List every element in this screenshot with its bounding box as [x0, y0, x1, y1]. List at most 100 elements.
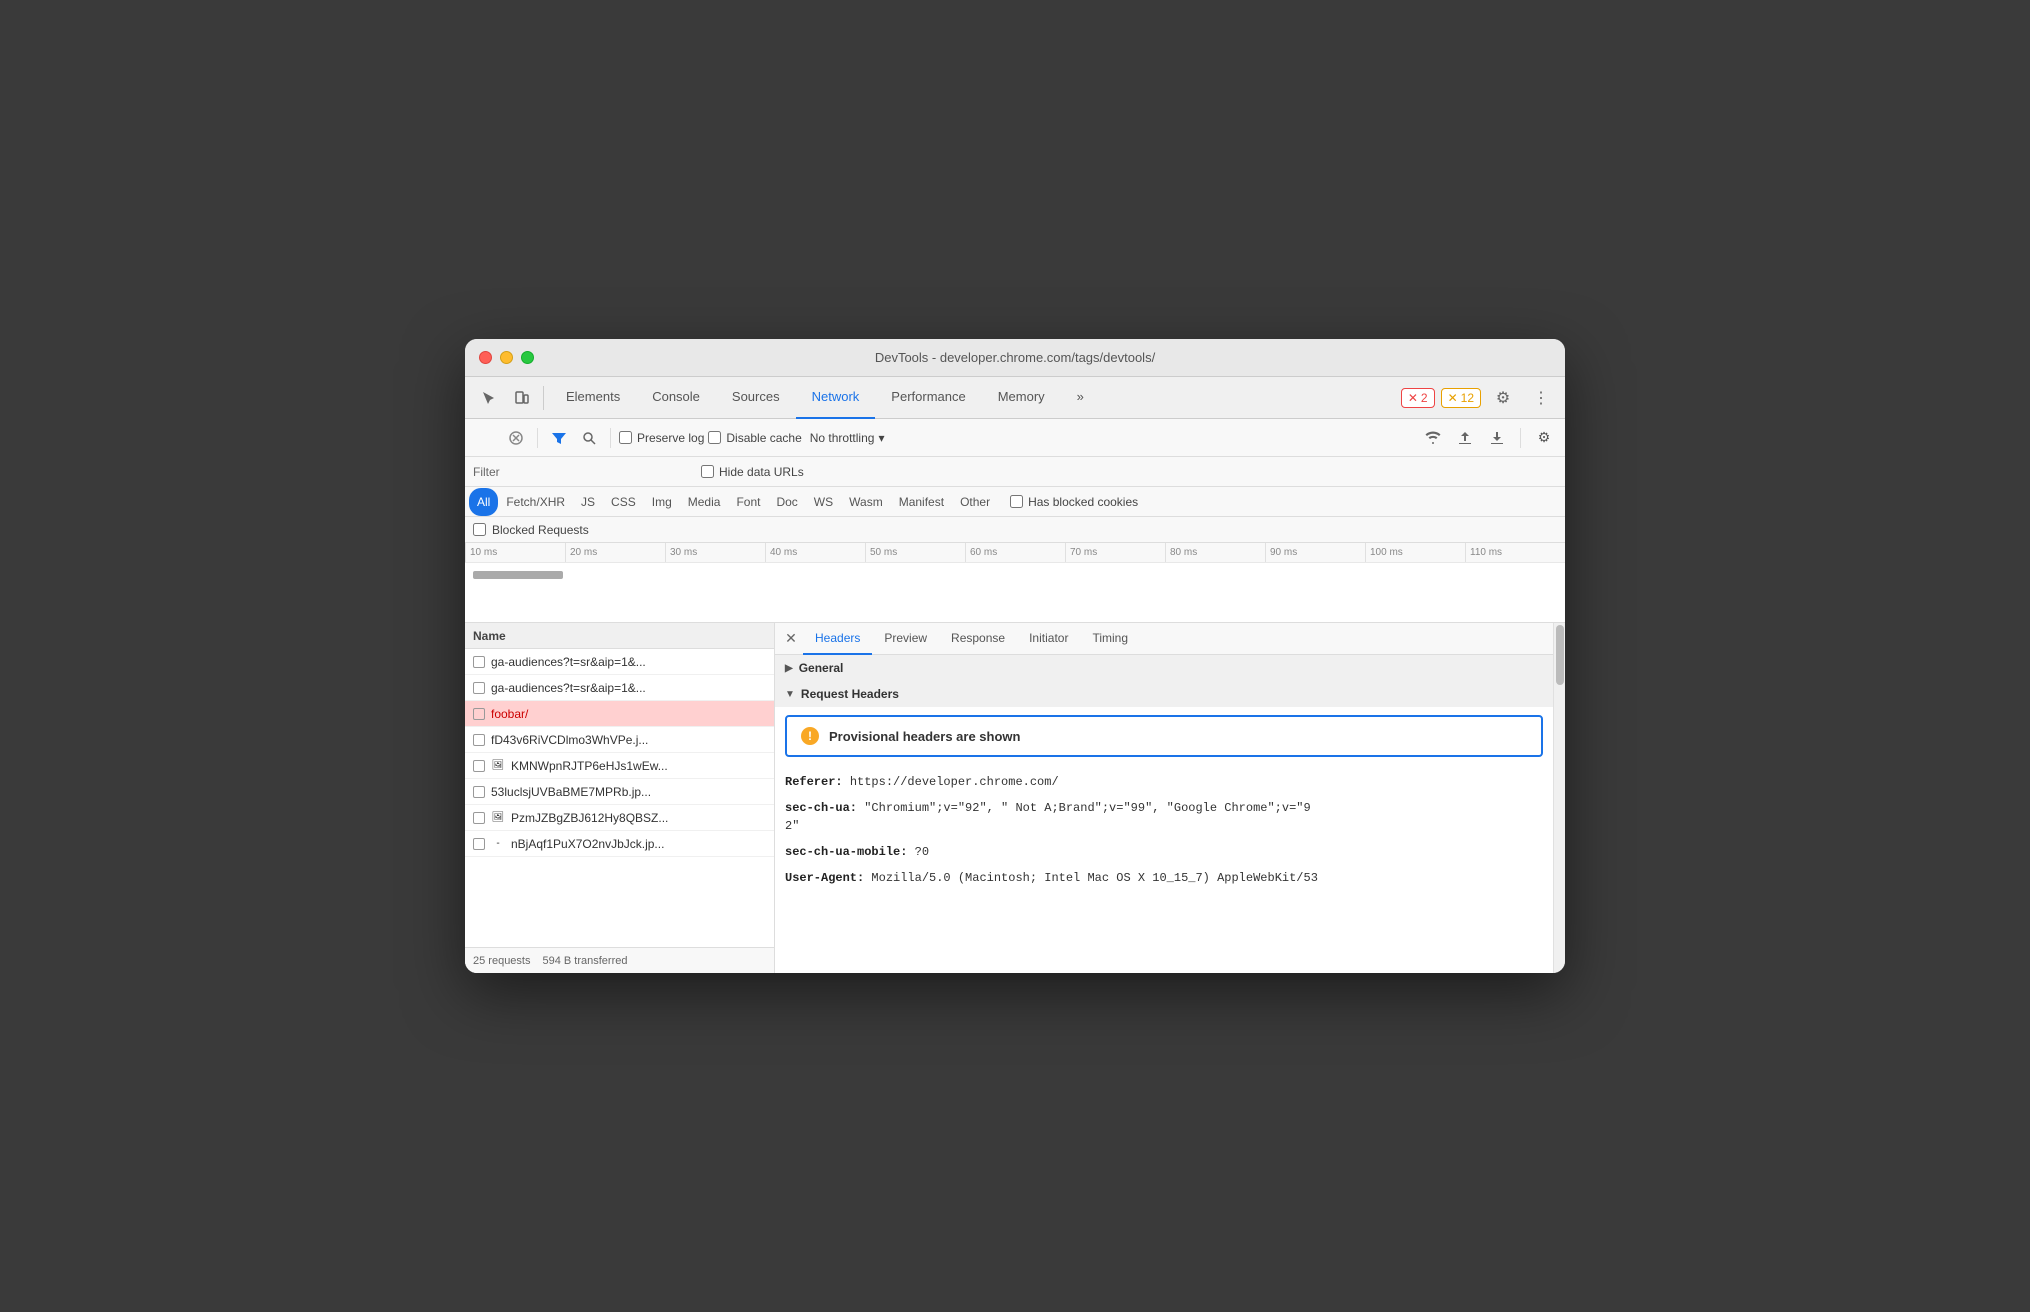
hide-data-urls-checkbox[interactable]	[701, 465, 714, 478]
tab-performance[interactable]: Performance	[875, 377, 981, 419]
tick-100ms: 100 ms	[1365, 543, 1465, 562]
device-icon[interactable]	[505, 382, 537, 414]
disable-cache-checkbox[interactable]	[708, 431, 721, 444]
resource-tab-media[interactable]: Media	[680, 488, 729, 516]
preserve-log-label[interactable]: Preserve log	[619, 431, 704, 445]
resource-tab-manifest[interactable]: Manifest	[891, 488, 952, 516]
scrollbar[interactable]	[1553, 623, 1565, 973]
tab-headers[interactable]: Headers	[803, 623, 872, 655]
tick-70ms: 70 ms	[1065, 543, 1165, 562]
timeline-ruler: 10 ms 20 ms 30 ms 40 ms 50 ms 60 ms 70 m…	[465, 543, 1565, 563]
minus-icon: -	[491, 837, 505, 851]
item-checkbox	[473, 656, 485, 668]
header-name: sec-ch-ua-mobile:	[785, 845, 915, 859]
item-name: 53luclsjUVBaBME7MPRb.jp...	[491, 785, 766, 799]
hide-data-urls-label[interactable]: Hide data URLs	[701, 465, 804, 479]
window-title: DevTools - developer.chrome.com/tags/dev…	[875, 350, 1155, 365]
tick-80ms: 80 ms	[1165, 543, 1265, 562]
more-options-icon[interactable]: ⋮	[1525, 382, 1557, 414]
tab-console[interactable]: Console	[636, 377, 716, 419]
settings-network-icon[interactable]: ⚙	[1531, 425, 1557, 451]
preserve-log-text: Preserve log	[637, 431, 704, 445]
clear-button[interactable]	[503, 425, 529, 451]
timeline-bar	[473, 571, 563, 579]
provisional-warning-box: ! Provisional headers are shown	[785, 715, 1543, 757]
tick-110ms: 110 ms	[1465, 543, 1565, 562]
cursor-icon[interactable]	[473, 382, 505, 414]
tab-memory[interactable]: Memory	[982, 377, 1061, 419]
list-item[interactable]: 🖼 PzmJZBgZBJ612Hy8QBSZ...	[465, 805, 774, 831]
upload-icon[interactable]	[1452, 425, 1478, 451]
triangle-icon: ▶	[785, 663, 793, 674]
filter-input-wrap: Filter	[473, 465, 693, 479]
item-checkbox	[473, 682, 485, 694]
filter-label: Filter	[473, 465, 500, 479]
has-blocked-cookies-label[interactable]: Has blocked cookies	[1010, 495, 1138, 509]
tab-response[interactable]: Response	[939, 623, 1017, 655]
close-button[interactable]	[479, 351, 492, 364]
panel-close-button[interactable]: ✕	[779, 627, 803, 651]
list-item-foobar[interactable]: foobar/	[465, 701, 774, 727]
triangle-icon: ▼	[785, 689, 795, 700]
general-section-header[interactable]: ▶ General	[775, 655, 1553, 681]
throttle-dropdown[interactable]: No throttling ▾	[806, 429, 889, 447]
filter-icon[interactable]	[546, 425, 572, 451]
item-name: PzmJZBgZBJ612Hy8QBSZ...	[511, 811, 766, 825]
resource-tab-css[interactable]: CSS	[603, 488, 644, 516]
resource-tab-doc[interactable]: Doc	[768, 488, 805, 516]
tab-sources[interactable]: Sources	[716, 377, 796, 419]
resource-tab-img[interactable]: Img	[644, 488, 680, 516]
request-headers-label: Request Headers	[801, 687, 899, 701]
request-headers-section-header[interactable]: ▼ Request Headers	[775, 681, 1553, 707]
tick-40ms: 40 ms	[765, 543, 865, 562]
preserve-log-checkbox[interactable]	[619, 431, 632, 444]
transferred-size: 594 B transferred	[542, 955, 627, 967]
search-icon[interactable]	[576, 425, 602, 451]
error-x-icon: ✕	[1408, 391, 1418, 405]
header-name: sec-ch-ua:	[785, 801, 864, 815]
tab-elements[interactable]: Elements	[550, 377, 636, 419]
disable-cache-text: Disable cache	[726, 431, 801, 445]
list-item[interactable]: - nBjAqf1PuX7O2nvJbJck.jp...	[465, 831, 774, 857]
warnings-badge[interactable]: ✕ 12	[1441, 388, 1481, 408]
hide-data-urls-text: Hide data URLs	[719, 465, 804, 479]
errors-badge[interactable]: ✕ 2	[1401, 388, 1435, 408]
resource-tab-all[interactable]: All	[469, 488, 498, 516]
list-item[interactable]: ga-audiences?t=sr&aip=1&...	[465, 649, 774, 675]
resource-tab-ws[interactable]: WS	[806, 488, 841, 516]
resource-tab-other[interactable]: Other	[952, 488, 998, 516]
tab-more[interactable]: »	[1061, 377, 1100, 419]
warning-triangle-icon: !	[801, 727, 819, 745]
resource-tab-wasm[interactable]: Wasm	[841, 488, 891, 516]
resource-tab-fetch-xhr[interactable]: Fetch/XHR	[498, 488, 573, 516]
tab-initiator[interactable]: Initiator	[1017, 623, 1080, 655]
header-name: User-Agent:	[785, 871, 871, 885]
file-list-header: Name	[465, 623, 774, 649]
maximize-button[interactable]	[521, 351, 534, 364]
network-toolbar: Preserve log Disable cache No throttling…	[465, 419, 1565, 457]
has-blocked-cookies-checkbox[interactable]	[1010, 495, 1023, 508]
list-item[interactable]: 53luclsjUVBaBME7MPRb.jp...	[465, 779, 774, 805]
requests-count: 25 requests	[473, 955, 530, 967]
resource-tab-font[interactable]: Font	[728, 488, 768, 516]
blocked-requests-checkbox[interactable]	[473, 523, 486, 536]
header-value: https://developer.chrome.com/	[850, 775, 1059, 789]
list-item[interactable]: fD43v6RiVCDlmo3WhVPe.j...	[465, 727, 774, 753]
resource-type-tabs: All Fetch/XHR JS CSS Img Media Font Doc …	[465, 487, 1565, 517]
settings-icon[interactable]: ⚙	[1487, 382, 1519, 414]
record-button[interactable]	[473, 425, 499, 451]
wifi-icon[interactable]	[1420, 425, 1446, 451]
download-icon[interactable]	[1484, 425, 1510, 451]
item-name-foobar: foobar/	[491, 707, 766, 721]
header-name: Referer:	[785, 775, 850, 789]
throttle-text: No throttling	[810, 431, 875, 445]
minimize-button[interactable]	[500, 351, 513, 364]
disable-cache-label[interactable]: Disable cache	[708, 431, 801, 445]
list-item[interactable]: 🖼 KMNWpnRJTP6eHJs1wEw...	[465, 753, 774, 779]
tab-preview[interactable]: Preview	[872, 623, 939, 655]
tab-network[interactable]: Network	[796, 377, 876, 419]
list-item[interactable]: ga-audiences?t=sr&aip=1&...	[465, 675, 774, 701]
image-icon: 🖼	[491, 811, 505, 825]
resource-tab-js[interactable]: JS	[573, 488, 603, 516]
tab-timing[interactable]: Timing	[1080, 623, 1140, 655]
